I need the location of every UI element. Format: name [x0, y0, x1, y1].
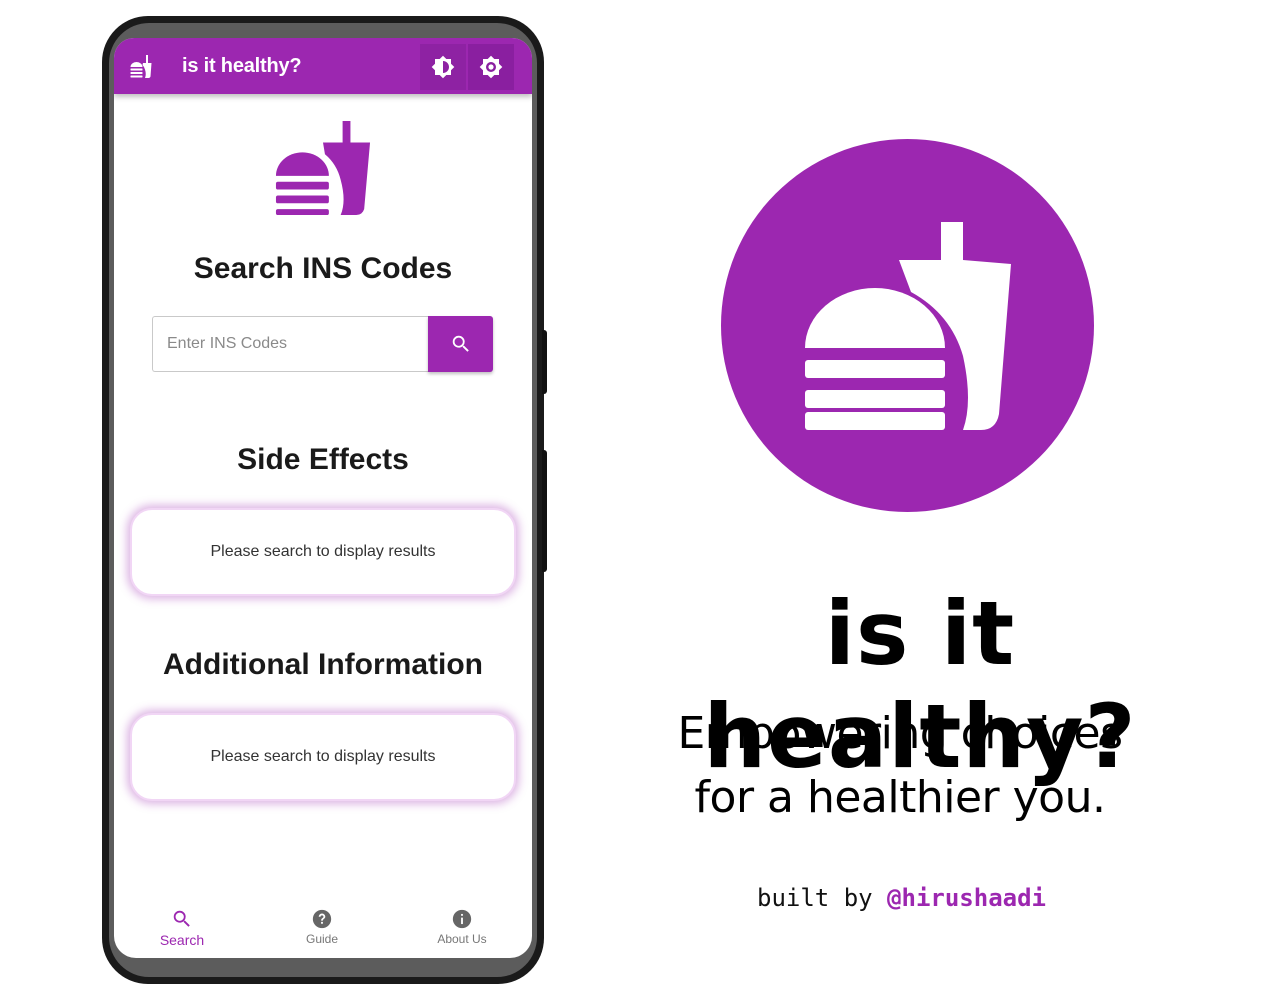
nav-item-about-us[interactable]: About Us — [412, 908, 512, 946]
tagline-line-2: for a healthier you. — [694, 772, 1106, 823]
side-effects-card: Please search to display results — [130, 508, 516, 596]
brightness-toggle-button[interactable] — [420, 44, 466, 90]
phone-power-button — [542, 450, 547, 572]
tagline-line-1: Empowering choices — [677, 708, 1123, 759]
nav-item-search[interactable]: Search — [132, 908, 232, 948]
settings-button[interactable] — [468, 44, 514, 90]
search-icon — [452, 335, 469, 352]
bottom-navigation: Search Guide About Us — [114, 904, 532, 958]
settings-icon — [479, 55, 503, 79]
nav-label-about-us: About Us — [437, 932, 487, 946]
app-logo-icon — [275, 120, 371, 216]
credit-handle-link[interactable]: @hirushaadi — [887, 884, 1046, 912]
additional-info-message: Please search to display results — [210, 748, 436, 765]
phone-screen: is it healthy? Search INS Codes Side Eff… — [114, 38, 532, 958]
ins-code-search-input[interactable] — [152, 316, 430, 372]
side-effects-heading: Side Effects — [237, 443, 409, 476]
additional-info-heading: Additional Information — [163, 648, 483, 681]
nav-label-search: Search — [159, 932, 205, 948]
help-icon — [312, 909, 332, 929]
additional-info-card: Please search to display results — [130, 713, 516, 801]
app-title: is it healthy? — [182, 55, 302, 77]
side-effects-message: Please search to display results — [210, 543, 436, 560]
info-icon — [452, 909, 472, 929]
search-heading: Search INS Codes — [193, 252, 453, 285]
app-logo-icon — [130, 55, 152, 78]
brightness-icon — [431, 55, 455, 79]
credit-prefix: built by — [757, 884, 888, 912]
search-button[interactable] — [428, 316, 493, 372]
phone-volume-button — [542, 330, 547, 394]
credit-line: built by @hirushaadi — [757, 884, 1046, 912]
nav-label-guide: Guide — [305, 932, 339, 946]
nav-item-guide[interactable]: Guide — [272, 908, 372, 946]
brand-logo-icon — [805, 222, 1011, 430]
search-icon — [173, 910, 190, 927]
app-bar: is it healthy? — [114, 38, 532, 94]
